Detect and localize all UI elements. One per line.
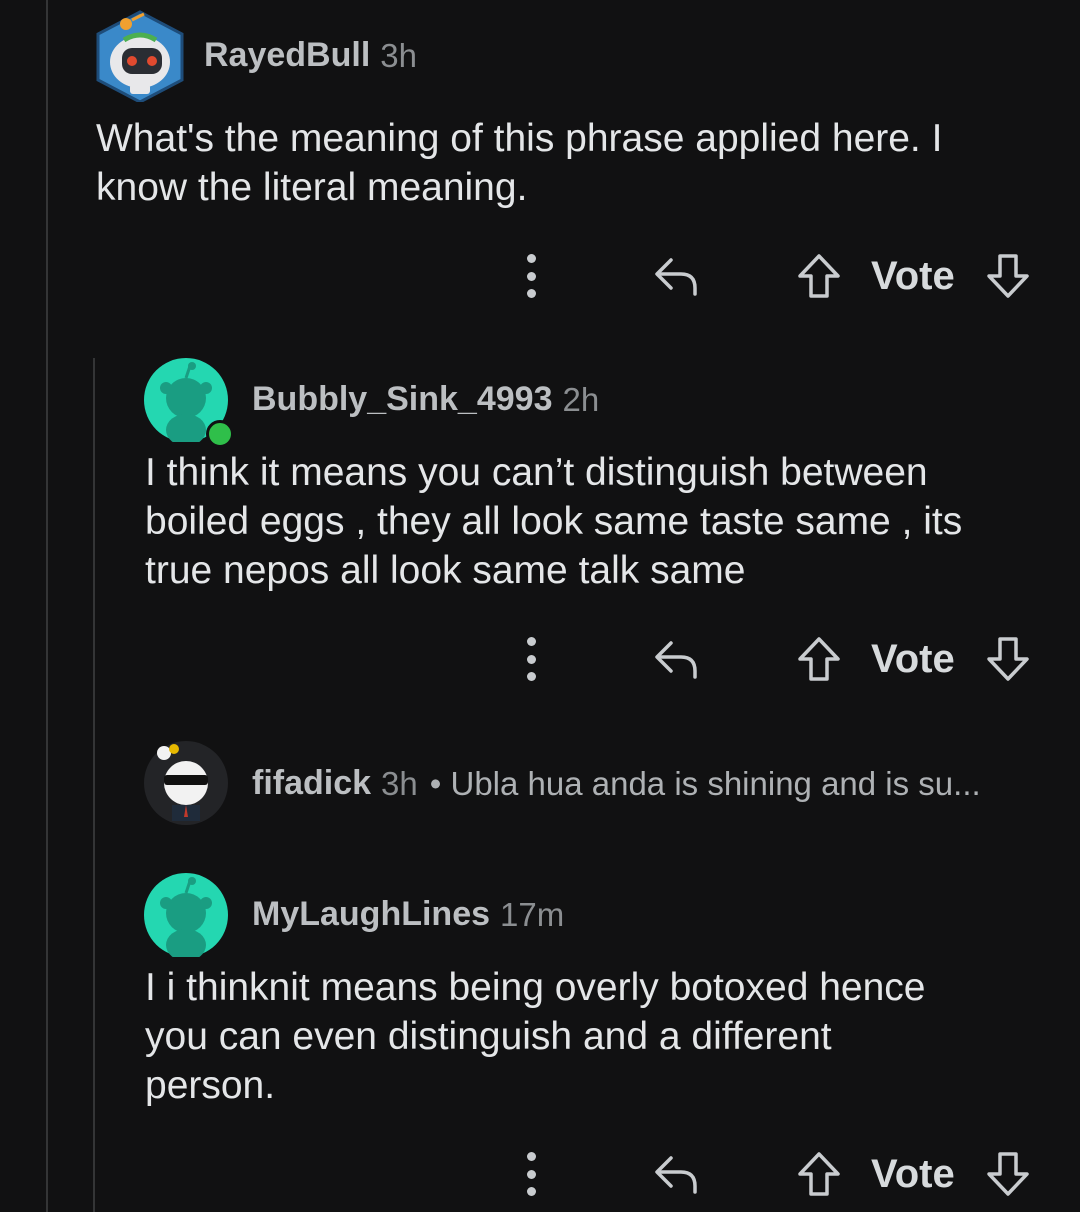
username[interactable]: MyLaughLines [252,895,490,934]
action-bar: Vote [0,1138,1080,1208]
timestamp: 2h [562,380,600,418]
reply-icon[interactable] [651,254,699,298]
more-options-icon[interactable] [521,254,541,298]
reply-icon[interactable] [651,1152,699,1196]
vote-count: Vote [871,254,955,298]
online-indicator [206,420,234,448]
comment-line: true nepos all look same talk same [145,549,746,592]
timestamp: 3h [381,764,418,802]
timestamp: 17m [500,895,565,933]
comment-line: know the literal meaning. [96,166,528,209]
downvote-icon[interactable] [985,1150,1031,1198]
more-options-icon[interactable] [521,1152,541,1196]
username[interactable]: fifadick [252,764,371,803]
downvote-icon[interactable] [985,252,1031,300]
collapsed-preview[interactable]: • Ubla hua anda is shining and is su... [430,765,981,803]
vote-count: Vote [871,1152,955,1196]
comment-body: I think it means you can’t distinguish b… [145,448,962,595]
comment-line: I think it means you can’t distinguish b… [145,451,928,494]
thread-line-reply[interactable] [93,358,95,1212]
action-bar: Vote [0,240,1080,310]
comment-line: person. [145,1064,276,1107]
comment-line: you can even distinguish and a different [145,1015,832,1058]
username[interactable]: RayedBull [204,36,370,75]
more-options-icon[interactable] [521,637,541,681]
upvote-icon[interactable] [796,252,842,300]
sunglasses-snoo-avatar-icon[interactable] [144,741,228,825]
comment-line: I i thinknit means being overly botoxed … [145,966,926,1009]
reply-icon[interactable] [651,637,699,681]
timestamp: 3h [380,36,417,74]
action-bar: Vote [0,623,1080,693]
thread-line-root[interactable] [46,0,48,1212]
snoo-avatar-icon[interactable] [144,873,228,961]
comment-line: What's the meaning of this phrase applie… [96,117,943,160]
username[interactable]: Bubbly_Sink_4993 [252,380,552,419]
comment-line: boiled eggs , they all look same taste s… [145,500,963,543]
robot-avatar-icon[interactable] [94,10,186,104]
comment-body: What's the meaning of this phrase applie… [96,114,942,212]
upvote-icon[interactable] [796,635,842,683]
downvote-icon[interactable] [985,635,1031,683]
upvote-icon[interactable] [796,1150,842,1198]
comment-body: I i thinknit means being overly botoxed … [145,963,925,1110]
vote-count: Vote [871,637,955,681]
